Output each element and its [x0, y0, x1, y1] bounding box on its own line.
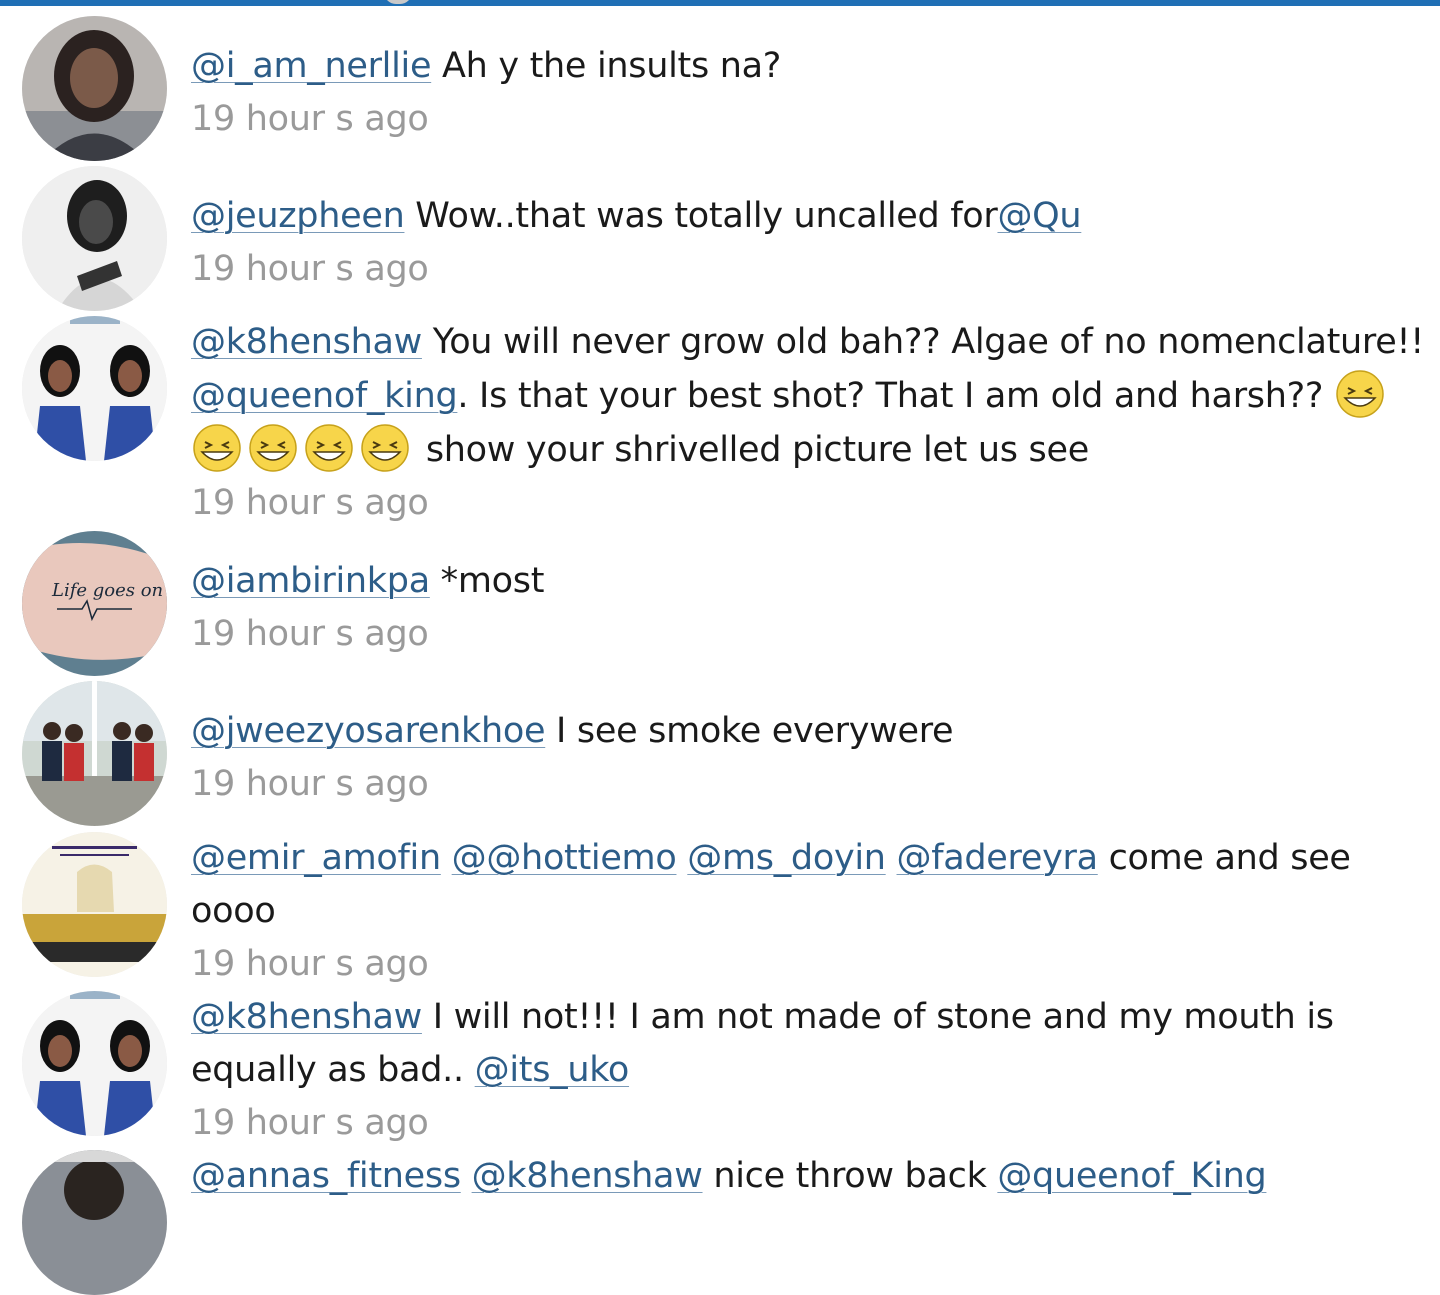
mention-link[interactable]: @k8henshaw: [191, 322, 422, 362]
comment-text: [441, 838, 452, 878]
user-avatar[interactable]: [22, 16, 167, 161]
comment-text: *most: [429, 561, 545, 601]
comment-body: @k8henshaw I will not!!! I am not made o…: [191, 991, 1436, 1150]
mention-link[interactable]: @emir_amofin: [191, 838, 441, 878]
comment-timestamp: 19 hour s ago: [191, 764, 429, 804]
comment-text: Wow..that was totally uncalled for: [404, 196, 998, 236]
mention-link[interactable]: @k8henshaw: [191, 997, 422, 1037]
comment-text: You will never grow old bah?? Algae of n…: [421, 322, 1425, 362]
mention-link[interactable]: @k8henshaw: [472, 1156, 703, 1196]
comment-body: @jeuzpheen Wow..that was totally uncalle…: [191, 190, 1436, 296]
user-avatar-photo-icon: [22, 316, 167, 461]
comment-body: @k8henshaw You will never grow old bah??…: [191, 316, 1436, 530]
user-avatar-photo-icon: Life goes on: [22, 531, 167, 676]
svg-text:Life goes on: Life goes on: [51, 580, 163, 601]
user-avatar-photo-icon: [22, 991, 167, 1136]
grinning-squinting-face-icon: [303, 423, 355, 473]
comment-timestamp: 19 hour s ago: [191, 99, 429, 139]
mention-link[interactable]: @fadereyra: [897, 838, 1099, 878]
mention-link[interactable]: @ms_doyin: [687, 838, 886, 878]
user-avatar-photo-icon: [22, 832, 167, 977]
mention-link[interactable]: @annas_fitness: [191, 1156, 461, 1196]
mention-link[interactable]: @queenof_King: [997, 1156, 1266, 1196]
user-avatar-photo-icon: [22, 16, 167, 161]
mention-link[interactable]: @its_uko: [475, 1050, 630, 1090]
mention-link[interactable]: @iambirinkpa: [191, 561, 430, 601]
user-avatar-photo-icon: [22, 166, 167, 311]
comment-text: [886, 838, 897, 878]
comment-body: @i_am_nerllie Ah y the insults na? 19 ho…: [191, 40, 1436, 146]
top-accent-bar: [0, 0, 1440, 6]
user-avatar-photo-icon: [22, 1150, 167, 1295]
comment-text: [461, 1156, 472, 1196]
user-avatar[interactable]: [22, 681, 167, 826]
user-avatar[interactable]: [22, 166, 167, 311]
mention-link[interactable]: @@hottiemo: [452, 838, 677, 878]
grinning-squinting-face-icon: [247, 423, 299, 473]
mention-link[interactable]: @jeuzpheen: [191, 196, 405, 236]
comment-body: @annas_fitness @k8henshaw nice throw bac…: [191, 1150, 1436, 1203]
comment-body: @iambirinkpa *most 19 hour s ago: [191, 555, 1436, 661]
comment-text: I see smoke everywere: [545, 711, 954, 751]
mention-link[interactable]: @Qu: [997, 196, 1081, 236]
comment-text: . Is that your best shot? That I am old …: [457, 376, 1334, 416]
user-avatar-photo-icon: [22, 681, 167, 826]
comment-timestamp: 19 hour s ago: [191, 614, 429, 654]
mention-link[interactable]: @queenof_king: [191, 376, 458, 416]
user-avatar[interactable]: [22, 316, 167, 461]
mention-link[interactable]: @jweezyosarenkhoe: [191, 711, 546, 751]
mention-link[interactable]: @i_am_nerllie: [191, 46, 431, 86]
user-avatar[interactable]: [22, 991, 167, 1136]
comment-body: @jweezyosarenkhoe I see smoke everywere …: [191, 705, 1436, 811]
comment-timestamp: 19 hour s ago: [191, 249, 429, 289]
comment-text: Ah y the insults na?: [431, 46, 782, 86]
comment-body: @emir_amofin @@hottiemo @ms_doyin @fader…: [191, 832, 1436, 991]
user-avatar[interactable]: Life goes on: [22, 531, 167, 676]
comment-timestamp: 19 hour s ago: [191, 483, 429, 523]
comment-timestamp: 19 hour s ago: [191, 944, 429, 984]
grinning-squinting-face-icon: [1334, 369, 1386, 419]
grinning-squinting-face-icon: [359, 423, 411, 473]
grinning-squinting-face-icon: [191, 423, 243, 473]
user-avatar[interactable]: [22, 1150, 167, 1295]
comment-text: [676, 838, 687, 878]
comment-text: show your shrivelled picture let us see: [415, 430, 1089, 470]
comment-timestamp: 19 hour s ago: [191, 1103, 429, 1143]
user-avatar[interactable]: [22, 832, 167, 977]
comment-text: nice throw back: [702, 1156, 998, 1196]
